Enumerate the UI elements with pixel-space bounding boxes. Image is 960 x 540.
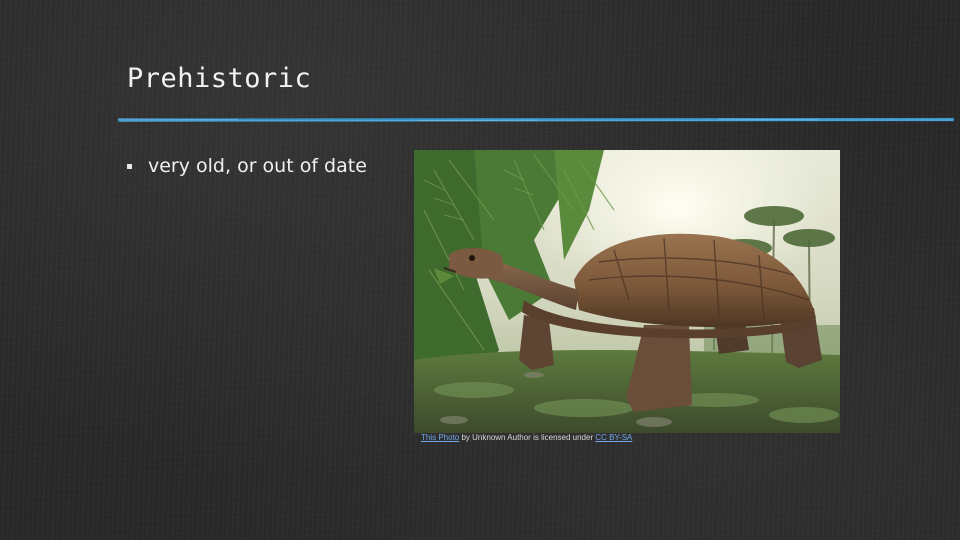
attribution-text: by Unknown Author is licensed under [459,433,596,442]
photo-link[interactable]: This Photo [421,433,459,442]
bullet-icon [127,164,132,169]
bullet-item: very old, or out of date [127,155,367,177]
photo-attribution: This Photo by Unknown Author is licensed… [421,433,632,442]
prehistoric-tortoise-photo[interactable] [414,150,840,433]
bullet-text: very old, or out of date [148,155,367,177]
title-divider [118,117,954,122]
license-link[interactable]: CC BY-SA [595,433,632,442]
slide-title: Prehistoric [127,63,312,94]
slide: Prehistoric very old, or out of date Thi… [0,0,960,540]
